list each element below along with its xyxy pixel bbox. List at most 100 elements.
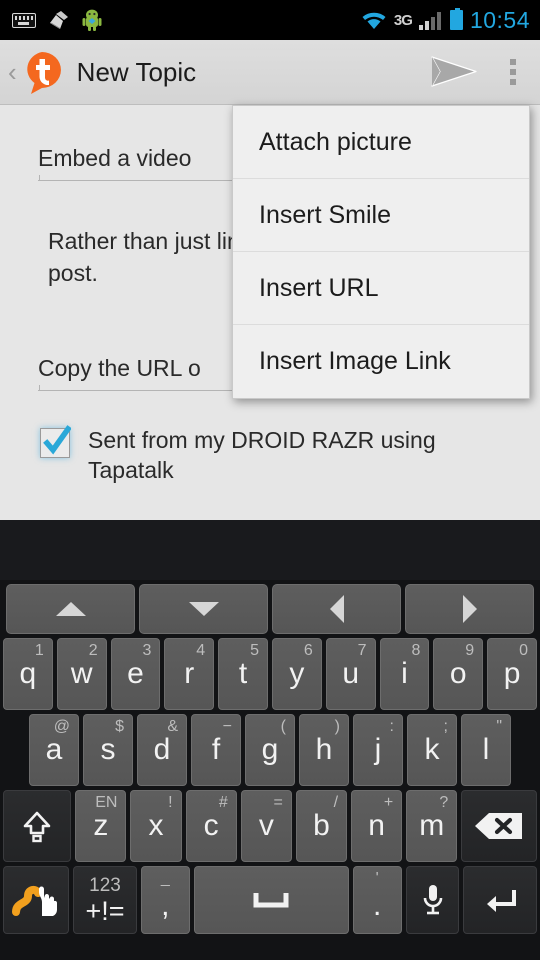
arrow-left-key[interactable]: [272, 584, 401, 634]
key-label: q: [19, 657, 37, 690]
key-i[interactable]: 8 i: [379, 638, 430, 710]
symbols-key[interactable]: 123 +!=: [73, 866, 137, 934]
key-label: v: [258, 809, 274, 842]
menu-item-insert-image-link[interactable]: Insert Image Link: [233, 325, 529, 398]
menu-item-insert-smile[interactable]: Insert Smile: [233, 179, 529, 252]
backspace-icon: [475, 813, 523, 839]
key-hint: &: [167, 718, 178, 735]
key-label: x: [148, 809, 164, 842]
arrow-right-key[interactable]: [405, 584, 534, 634]
key-x[interactable]: ! x: [130, 790, 182, 862]
key-hint: :: [389, 718, 394, 735]
key-label: u: [342, 657, 360, 690]
key-label: s: [100, 733, 116, 766]
keyboard-row-1: 1 q 2 w 3 e 4 r 5 t 6 y 7 u 8 i 9 o 0 p: [3, 638, 537, 710]
key-label: i: [401, 657, 408, 690]
swype-key[interactable]: [3, 866, 70, 934]
key-label: .: [373, 889, 382, 922]
wifi-icon: [361, 11, 387, 30]
key-h[interactable]: ) h: [299, 714, 349, 786]
key-hint: ": [496, 718, 502, 735]
key-hint: 0: [519, 642, 528, 659]
key-y[interactable]: 6 y: [271, 638, 322, 710]
key-label: f: [211, 733, 221, 766]
key-label: z: [93, 809, 109, 842]
back-chevron-icon[interactable]: ‹: [0, 57, 19, 88]
arrow-right-icon: [462, 595, 477, 623]
key-hint: 1: [34, 642, 44, 659]
status-bar-clock: 10:54: [469, 6, 530, 33]
key-v[interactable]: = v: [240, 790, 292, 862]
key-hint: $: [115, 718, 124, 735]
overflow-menu-popup: Attach picture Insert Smile Insert URL I…: [232, 105, 530, 399]
key-j[interactable]: : j: [353, 714, 403, 786]
arrow-down-key[interactable]: [139, 584, 268, 634]
key-r[interactable]: 4 r: [164, 638, 215, 710]
key-label: e: [127, 657, 144, 690]
key-label: j: [374, 733, 382, 766]
key-m[interactable]: ? m: [406, 790, 458, 862]
key-n[interactable]: + n: [351, 790, 403, 862]
key-b[interactable]: / b: [295, 790, 348, 862]
key-p[interactable]: 0 p: [487, 638, 537, 710]
url-value: Copy the URL o: [38, 355, 201, 381]
key-label: w: [70, 657, 93, 690]
backspace-key[interactable]: [461, 790, 538, 862]
key-hint: +: [383, 794, 394, 811]
key-e[interactable]: 3 e: [110, 638, 161, 710]
key-label: l: [482, 733, 490, 766]
space-key[interactable]: [193, 866, 349, 934]
key-hint: 3: [142, 642, 152, 659]
signature-row[interactable]: Sent from my DROID RAZR using Tapatalk: [40, 425, 468, 485]
key-label: b: [313, 809, 330, 842]
arrow-up-key[interactable]: [6, 584, 135, 634]
status-bar-left-icons: [0, 9, 361, 31]
key-hint: ?: [439, 794, 449, 811]
soft-keyboard: 1 q 2 w 3 e 4 r 5 t 6 y 7 u 8 i 9 o 0 p …: [0, 580, 540, 960]
keyboard-gap: [0, 520, 540, 580]
key-hint: −: [222, 718, 232, 735]
key-hint: (: [280, 718, 286, 735]
key-d[interactable]: & d: [137, 714, 187, 786]
key-f[interactable]: − f: [191, 714, 241, 786]
phone-screen: 3G 10:54 ‹ New Topic Embed a video Rathe…: [0, 0, 540, 960]
keyboard-row-4: 123 +!= _ , ' .: [3, 866, 538, 934]
key-hint: EN: [95, 794, 118, 811]
key-hint: 4: [196, 642, 206, 659]
period-key[interactable]: ' .: [352, 866, 402, 934]
send-icon[interactable]: [424, 55, 486, 89]
subject-value: Embed a video: [38, 145, 192, 171]
key-z[interactable]: EN z: [75, 790, 127, 862]
status-bar: 3G 10:54: [0, 0, 540, 40]
overflow-menu-icon[interactable]: [486, 59, 540, 85]
key-hint: ': [375, 870, 379, 887]
key-c[interactable]: # c: [185, 790, 237, 862]
key-o[interactable]: 9 o: [433, 638, 484, 710]
key-g[interactable]: ( g: [245, 714, 295, 786]
key-u[interactable]: 7 u: [325, 638, 376, 710]
microphone-key[interactable]: [405, 866, 460, 934]
key-hint: 5: [250, 642, 259, 659]
key-a[interactable]: @ a: [29, 714, 79, 786]
comma-key[interactable]: _ ,: [140, 866, 190, 934]
shift-key[interactable]: [3, 790, 72, 862]
key-t[interactable]: 5 t: [218, 638, 268, 710]
key-label: g: [261, 733, 279, 766]
action-bar: ‹ New Topic: [0, 40, 540, 105]
key-k[interactable]: ; k: [407, 714, 457, 786]
key-l[interactable]: " l: [461, 714, 511, 786]
key-hint: ;: [443, 718, 448, 735]
key-w[interactable]: 2 w: [56, 638, 107, 710]
enter-key[interactable]: [463, 866, 538, 934]
menu-item-insert-url[interactable]: Insert URL: [233, 252, 529, 325]
menu-item-attach-picture[interactable]: Attach picture: [233, 106, 529, 179]
space-icon: [253, 893, 289, 908]
keyboard-row-2: @ a $ s & d − f ( g ) h: j ; k " l: [3, 714, 537, 786]
page-title: New Topic: [76, 56, 197, 87]
key-q[interactable]: 1 q: [3, 638, 53, 710]
signature-checkbox[interactable]: [40, 425, 71, 458]
key-s[interactable]: $ s: [83, 714, 133, 786]
key-label: m: [419, 809, 445, 842]
key-hint: @: [53, 718, 70, 735]
keyboard-row-3: EN z ! x # c = v / b + n ? m: [3, 790, 538, 862]
